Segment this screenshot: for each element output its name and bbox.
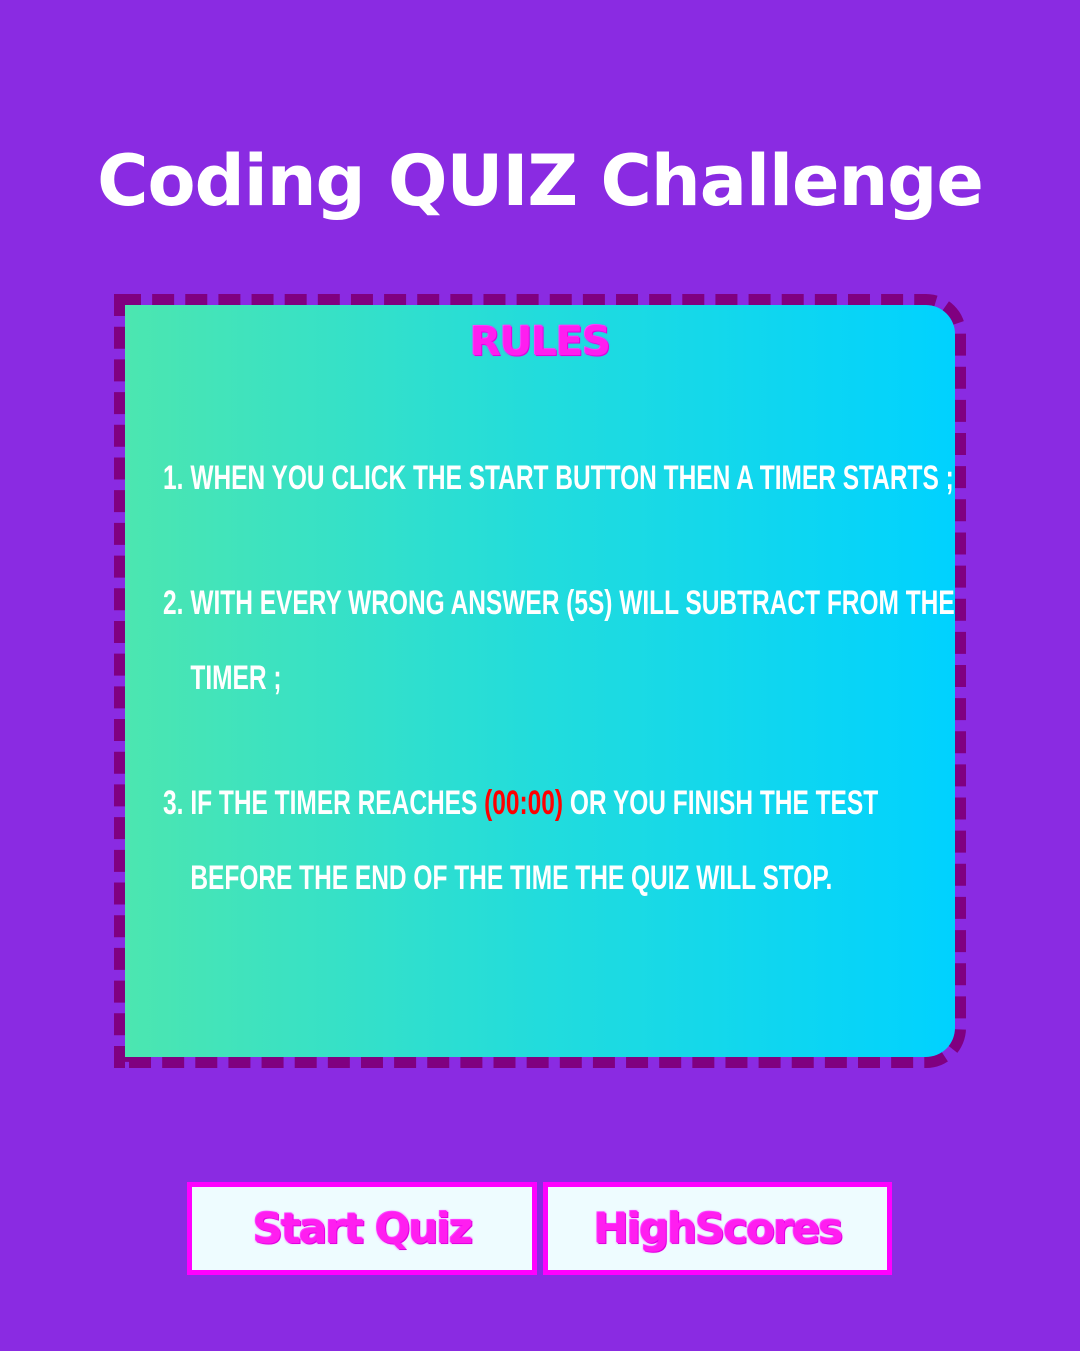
rule-text-before: If the timer reaches [190, 784, 485, 822]
start-quiz-button[interactable]: Start Quiz [187, 1182, 537, 1275]
page-title: Coding QUIZ Challenge [97, 140, 984, 222]
rules-heading: RULES [470, 319, 611, 365]
rules-list: 1. When you click the start button then … [163, 441, 957, 966]
rule-text: With every wrong answer (5s) will subtra… [190, 584, 955, 697]
timer-zero-highlight: (00:00) [484, 784, 564, 822]
highscores-button[interactable]: HighScores [543, 1182, 892, 1275]
rule-text: When you click the start button then a t… [190, 459, 954, 497]
rule-number: 3. [163, 784, 184, 822]
rule-number: 2. [163, 584, 184, 622]
rule-number: 1. [163, 459, 184, 497]
rule-item-3: 3. If the timer reaches (00:00) or you f… [163, 766, 982, 916]
rules-card: RULES 1. When you click the start button… [114, 294, 966, 1068]
rule-item-2: 2. With every wrong answer (5s) will sub… [163, 566, 982, 716]
rule-item-1: 1. When you click the start button then … [163, 441, 982, 516]
